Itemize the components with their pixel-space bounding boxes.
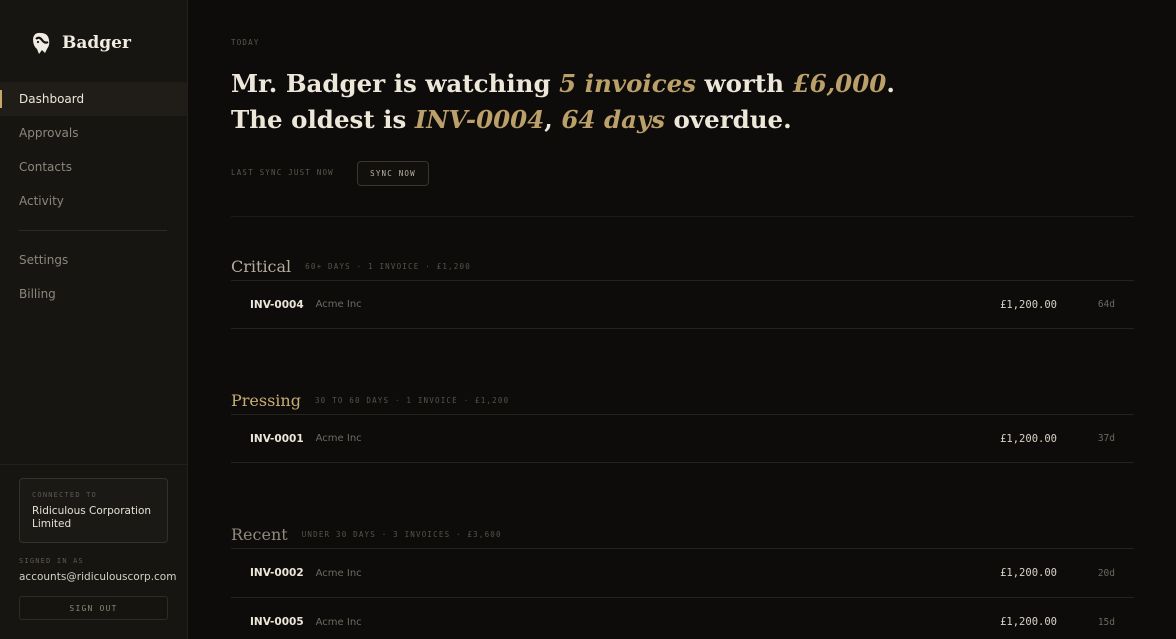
invoice-age: 20d [1097, 567, 1115, 579]
invoice-client: Acme Inc [315, 299, 362, 310]
invoice-age: 37d [1097, 433, 1115, 444]
group-header: Recent Under 30 days · 3 invoices · £3,6… [231, 512, 1134, 548]
invoice-id: INV-0004 [250, 298, 304, 311]
connected-label: Connected to [32, 491, 97, 499]
sidebar-item-label: Activity [19, 194, 64, 208]
headline-text: worth [696, 69, 793, 98]
invoice-total: £6,000 [792, 69, 887, 98]
sidebar-item-dashboard[interactable]: Dashboard [0, 82, 187, 116]
group-critical: Critical 60+ days · 1 invoice · £1,200 I… [231, 244, 1134, 329]
headline-text: , [544, 105, 562, 134]
invoice-row[interactable]: INV-0001 Acme Inc £1,200.00 37d [231, 414, 1134, 463]
invoice-amount: £1,200.00 [1000, 616, 1057, 628]
sidebar: Badger Dashboard Approvals Contacts Acti… [0, 0, 188, 639]
signed-in-info: Signed in as accounts@ridiculouscorp.com [19, 557, 176, 583]
sidebar-item-label: Approvals [19, 126, 79, 140]
sync-now-button[interactable]: Sync now [357, 161, 429, 186]
invoice-age: 64d [1097, 299, 1115, 310]
divider [231, 216, 1134, 217]
sidebar-item-activity[interactable]: Activity [0, 184, 187, 218]
invoice-amount: £1,200.00 [1000, 298, 1057, 311]
sign-out-button[interactable]: Sign out [19, 596, 168, 620]
sidebar-item-billing[interactable]: Billing [0, 277, 187, 311]
connected-org-card[interactable]: Connected to Ridiculous Corporation Limi… [19, 478, 168, 543]
invoice-client: Acme Inc [315, 616, 362, 628]
invoice-row[interactable]: INV-0005 Acme Inc £1,200.00 15d [231, 597, 1134, 639]
invoice-amount: £1,200.00 [1000, 432, 1057, 445]
invoice-row[interactable]: INV-0004 Acme Inc £1,200.00 64d [231, 280, 1134, 329]
sidebar-item-label: Settings [19, 253, 69, 267]
group-title: Pressing [231, 390, 301, 410]
sidebar-item-label: Contacts [19, 160, 72, 174]
invoice-client: Acme Inc [315, 567, 362, 579]
user-email: accounts@ridiculouscorp.com [19, 571, 177, 583]
organisation-name: Ridiculous Corporation Limited [32, 505, 152, 530]
invoice-row[interactable]: INV-0002 Acme Inc £1,200.00 20d [231, 548, 1134, 597]
main-content: Today Mr. Badger is watching 5 invoices … [188, 0, 1176, 639]
group-meta: 60+ days · 1 invoice · £1,200 [305, 261, 471, 271]
brand[interactable]: Badger [30, 30, 131, 56]
account-panel: Connected to Ridiculous Corporation Limi… [0, 464, 187, 639]
sidebar-item-contacts[interactable]: Contacts [0, 150, 187, 184]
sync-status: Last sync just now [231, 168, 334, 177]
overdue-days: 64 days [561, 105, 665, 134]
invoice-id: INV-0005 [250, 616, 304, 628]
group-pressing: Pressing 30 to 60 days · 1 invoice · £1,… [231, 378, 1134, 463]
sidebar-item-settings[interactable]: Settings [0, 243, 187, 277]
invoice-age: 15d [1097, 616, 1115, 628]
invoice-id: INV-0001 [250, 432, 304, 445]
headline-text: overdue. [665, 105, 792, 134]
group-title: Recent [231, 524, 288, 544]
headline-text: Mr. Badger is watching [231, 69, 560, 98]
group-meta: Under 30 days · 3 invoices · £3,600 [301, 529, 502, 539]
invoice-count: 5 invoices [559, 69, 697, 98]
group-title: Critical [231, 256, 292, 276]
invoice-client: Acme Inc [315, 433, 362, 444]
today-label: Today [231, 38, 260, 47]
oldest-invoice: INV-0004 [414, 105, 545, 134]
group-recent: Recent Under 30 days · 3 invoices · £3,6… [231, 512, 1134, 639]
group-meta: 30 to 60 days · 1 invoice · £1,200 [314, 395, 510, 405]
invoice-id: INV-0002 [250, 567, 304, 579]
sidebar-item-label: Billing [19, 287, 56, 301]
signed-in-label: Signed in as [19, 557, 84, 565]
group-header: Pressing 30 to 60 days · 1 invoice · £1,… [231, 378, 1134, 414]
summary-headline: Mr. Badger is watching 5 invoices worth … [231, 66, 951, 138]
invoice-amount: £1,200.00 [1000, 567, 1057, 579]
sidebar-item-approvals[interactable]: Approvals [0, 116, 187, 150]
brand-name: Badger [62, 33, 131, 53]
group-header: Critical 60+ days · 1 invoice · £1,200 [231, 244, 1134, 280]
sidebar-item-label: Dashboard [19, 92, 85, 106]
badger-logo-icon [33, 32, 50, 54]
main-nav: Dashboard Approvals Contacts Activity Se… [0, 82, 187, 311]
nav-divider [19, 230, 167, 231]
